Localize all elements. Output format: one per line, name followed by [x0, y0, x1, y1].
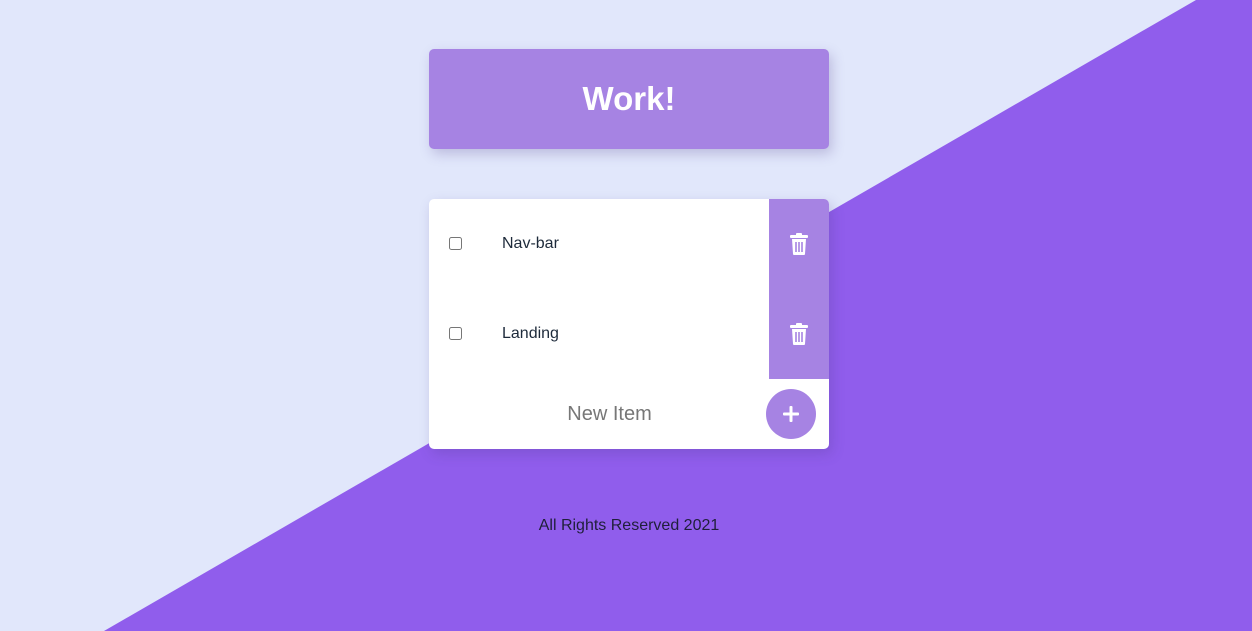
trash-icon	[790, 233, 808, 255]
footer: All Rights Reserved 2021	[0, 517, 1252, 535]
plus-icon	[783, 406, 799, 422]
list-item: Landing	[429, 289, 829, 379]
add-item-button[interactable]	[766, 389, 816, 439]
todo-list: Nav-bar Landing	[429, 199, 829, 449]
title-box: Work!	[429, 49, 829, 149]
item-checkbox[interactable]	[449, 327, 462, 340]
item-label: Nav-bar	[502, 235, 559, 252]
item-label: Landing	[502, 325, 559, 342]
copyright-text: All Rights Reserved 2021	[538, 517, 720, 534]
delete-button[interactable]	[769, 199, 829, 289]
trash-icon	[790, 323, 808, 345]
new-item-input[interactable]	[499, 394, 720, 434]
delete-button[interactable]	[769, 289, 829, 379]
new-item-row	[429, 379, 829, 449]
item-checkbox[interactable]	[449, 237, 462, 250]
list-item: Nav-bar	[429, 199, 829, 289]
page-title: Work!	[582, 80, 676, 117]
